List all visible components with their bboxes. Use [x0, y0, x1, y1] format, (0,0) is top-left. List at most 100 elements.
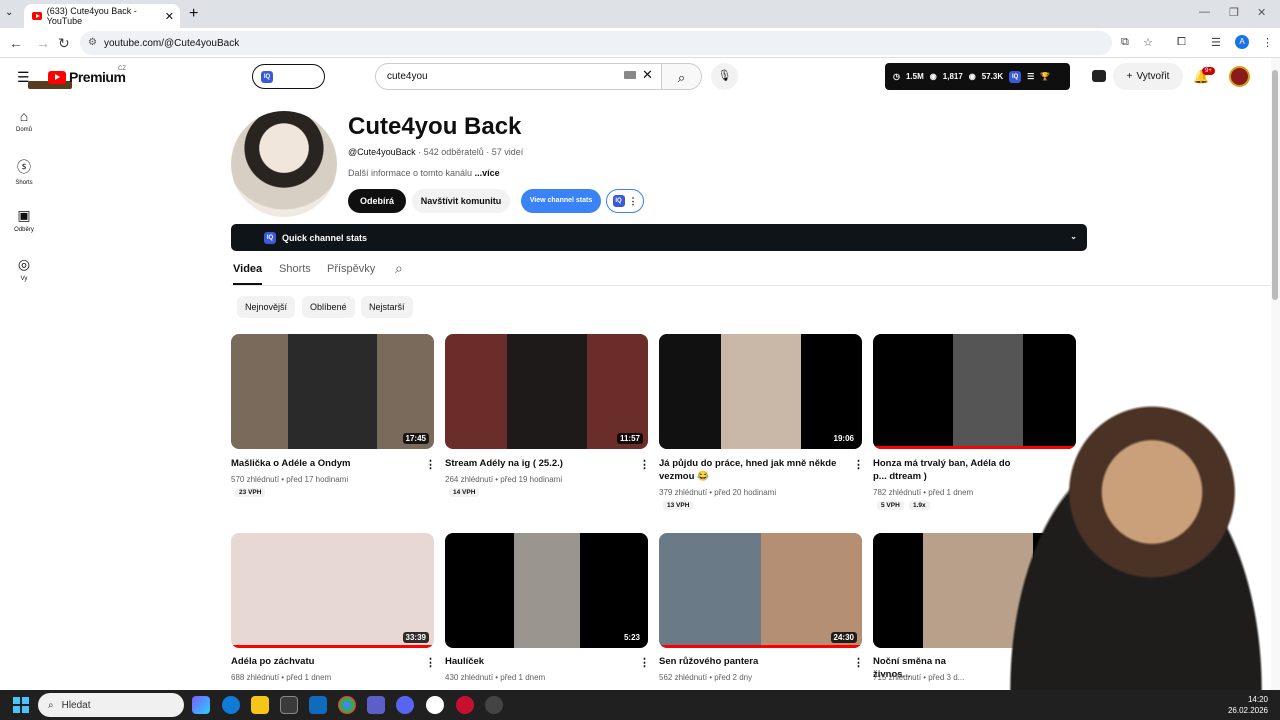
- profile-avatar[interactable]: A: [1235, 35, 1249, 49]
- close-tab-icon[interactable]: ✕: [165, 10, 174, 23]
- more-vert-icon[interactable]: ⋮: [853, 656, 864, 669]
- reload-icon[interactable]: ↻: [58, 35, 70, 52]
- video-title[interactable]: Mašlička o Adéle a Ondym: [231, 457, 416, 470]
- thumbnail-image: [288, 334, 377, 449]
- sidebar-label: Domů: [15, 127, 32, 133]
- voice-search-button[interactable]: 🎙: [711, 63, 738, 90]
- extensions-icon[interactable]: ⧠: [1177, 36, 1186, 49]
- address-bar-row: ← → ↻ ⚙ youtube.com/@Cute4youBack ⧉ ☆ ⧠ …: [0, 28, 1280, 58]
- more-vert-icon[interactable]: ⋮: [639, 656, 650, 669]
- iq-icon: IQ: [612, 195, 625, 207]
- start-button[interactable]: [13, 697, 29, 713]
- bookmark-star-icon[interactable]: ☆: [1143, 36, 1153, 49]
- video-thumbnail[interactable]: 24:30: [659, 533, 862, 648]
- duration-badge: 5:23: [620, 632, 643, 643]
- account-icon: ◎: [17, 256, 31, 272]
- wordpress-icon[interactable]: [426, 696, 444, 714]
- forward-icon[interactable]: →: [36, 35, 50, 51]
- new-tab-button[interactable]: +: [189, 5, 198, 23]
- more-vert-icon[interactable]: ⋮: [425, 458, 436, 471]
- video-title[interactable]: Haulíček: [445, 655, 630, 668]
- taskbar-clock[interactable]: 14:20 26.02.2026: [1228, 694, 1268, 716]
- more-link[interactable]: ...více: [475, 168, 500, 178]
- tab-list-icon[interactable]: ⌄: [5, 7, 13, 18]
- url-field[interactable]: ⚙ youtube.com/@Cute4youBack: [80, 31, 1112, 55]
- sidebar-item-you[interactable]: ◎ Vy: [0, 256, 48, 282]
- youtube-logo[interactable]: Premium: [48, 69, 126, 85]
- create-button[interactable]: + Vytvořit: [1113, 63, 1183, 90]
- video-meta: 430 zhlédnutí • před 1 dnem: [445, 673, 546, 682]
- discord-icon[interactable]: [396, 696, 414, 714]
- iq-menu-button[interactable]: IQ ⋮: [606, 189, 644, 213]
- more-vert-icon[interactable]: ⋮: [425, 656, 436, 669]
- ratio-badge: 1.9x: [909, 501, 930, 510]
- quick-stats-bar[interactable]: IQ Quick channel stats ⌄: [231, 224, 1087, 251]
- search-input[interactable]: cute4you: [375, 63, 662, 90]
- video-meta: 264 zhlédnutí • před 19 hodinami: [445, 475, 563, 484]
- extension-stats-bar[interactable]: ◷ 1.5M ◉ 1,817 ◉ 57.3K IQ ☰ 🏆: [885, 63, 1070, 90]
- channel-description[interactable]: Další informace o tomto kanálu ...více: [348, 168, 500, 178]
- browser-menu-icon[interactable]: ⋮: [1262, 36, 1273, 49]
- video-thumbnail[interactable]: 33:39: [231, 533, 434, 648]
- minimize-icon[interactable]: —: [1199, 6, 1210, 18]
- maximize-icon[interactable]: ❐: [1229, 6, 1239, 19]
- copilot-icon[interactable]: [192, 696, 210, 714]
- channel-stats-button[interactable]: View channel stats: [521, 189, 601, 213]
- site-info-icon[interactable]: ⚙: [88, 37, 97, 48]
- extension-icon[interactable]: [1092, 70, 1106, 82]
- taskbar-search[interactable]: ⌕ Hledat: [38, 693, 184, 717]
- chip-popular[interactable]: Oblíbené: [302, 296, 355, 318]
- url-text: youtube.com/@Cute4youBack: [104, 37, 240, 49]
- vph-badge: 23 VPH: [235, 488, 266, 497]
- store-icon[interactable]: [280, 696, 298, 714]
- chip-oldest[interactable]: Nejstarší: [361, 296, 413, 318]
- extension-pill[interactable]: IQ: [252, 64, 325, 89]
- clear-search-icon[interactable]: ✕: [642, 67, 653, 83]
- notification-badge: 9+: [1202, 67, 1215, 75]
- edge-icon[interactable]: [222, 696, 240, 714]
- video-thumbnail[interactable]: 17:45: [231, 334, 434, 449]
- search-button[interactable]: ⌕: [662, 63, 702, 90]
- outlook-icon[interactable]: [309, 696, 327, 714]
- channel-handle: @Cute4youBack: [348, 147, 416, 157]
- plus-icon: +: [1126, 71, 1133, 82]
- scrollbar-thumb[interactable]: [1272, 70, 1278, 300]
- app-icon[interactable]: [456, 696, 474, 714]
- video-title[interactable]: Stream Adély na ig ( 25.2.): [445, 457, 630, 470]
- video-title[interactable]: Sen růžového pantera: [659, 655, 844, 668]
- video-title[interactable]: Adéla po záchvatu: [231, 655, 416, 668]
- search-icon[interactable]: ⌕: [395, 260, 403, 285]
- video-thumbnail[interactable]: 5:23: [445, 533, 648, 648]
- chevron-down-icon: ⌄: [1070, 232, 1077, 241]
- subscribe-button[interactable]: Odebírá: [348, 189, 406, 213]
- community-button[interactable]: Navštívit komunitu: [412, 189, 510, 213]
- keyboard-icon[interactable]: [624, 71, 636, 79]
- sidebar-item-home[interactable]: ⌂ Domů: [0, 108, 48, 133]
- obs-icon[interactable]: [485, 696, 503, 714]
- thumbnail-image: [514, 533, 580, 648]
- duration-badge: 11:57: [616, 433, 643, 444]
- video-thumbnail[interactable]: 19:06: [659, 334, 862, 449]
- file-explorer-icon[interactable]: [251, 696, 269, 714]
- sidebar-item-shorts[interactable]: ⓢ Shorts: [0, 157, 48, 186]
- install-icon[interactable]: ⧉: [1121, 36, 1129, 49]
- sidebar-item-subscriptions[interactable]: ▣ Odběry: [0, 207, 48, 233]
- browser-tab[interactable]: (633) Cute4you Back - YouTube ✕: [24, 4, 180, 28]
- video-thumbnail[interactable]: 11:57: [445, 334, 648, 449]
- close-window-icon[interactable]: ✕: [1257, 6, 1266, 19]
- chrome-icon[interactable]: [338, 696, 356, 714]
- user-avatar[interactable]: [1229, 66, 1250, 87]
- tab-videos[interactable]: Videa: [233, 263, 263, 285]
- more-vert-icon[interactable]: ⋮: [639, 458, 650, 471]
- reading-list-icon[interactable]: ☰: [1211, 36, 1221, 49]
- tab-posts[interactable]: Příspěvky: [327, 263, 375, 283]
- logo-region: CZ: [118, 66, 126, 72]
- more-vert-icon[interactable]: ⋮: [853, 458, 864, 471]
- tab-shorts[interactable]: Shorts: [279, 263, 311, 283]
- description-text: Další informace o tomto kanálu: [348, 168, 473, 178]
- back-icon[interactable]: ←: [9, 35, 23, 51]
- chip-newest[interactable]: Nejnovější: [237, 296, 296, 318]
- teams-icon[interactable]: [367, 696, 385, 714]
- channel-title: Cute4you Back: [348, 113, 522, 140]
- video-title[interactable]: Já půjdu do práce, hned jak mně někde ve…: [659, 457, 844, 483]
